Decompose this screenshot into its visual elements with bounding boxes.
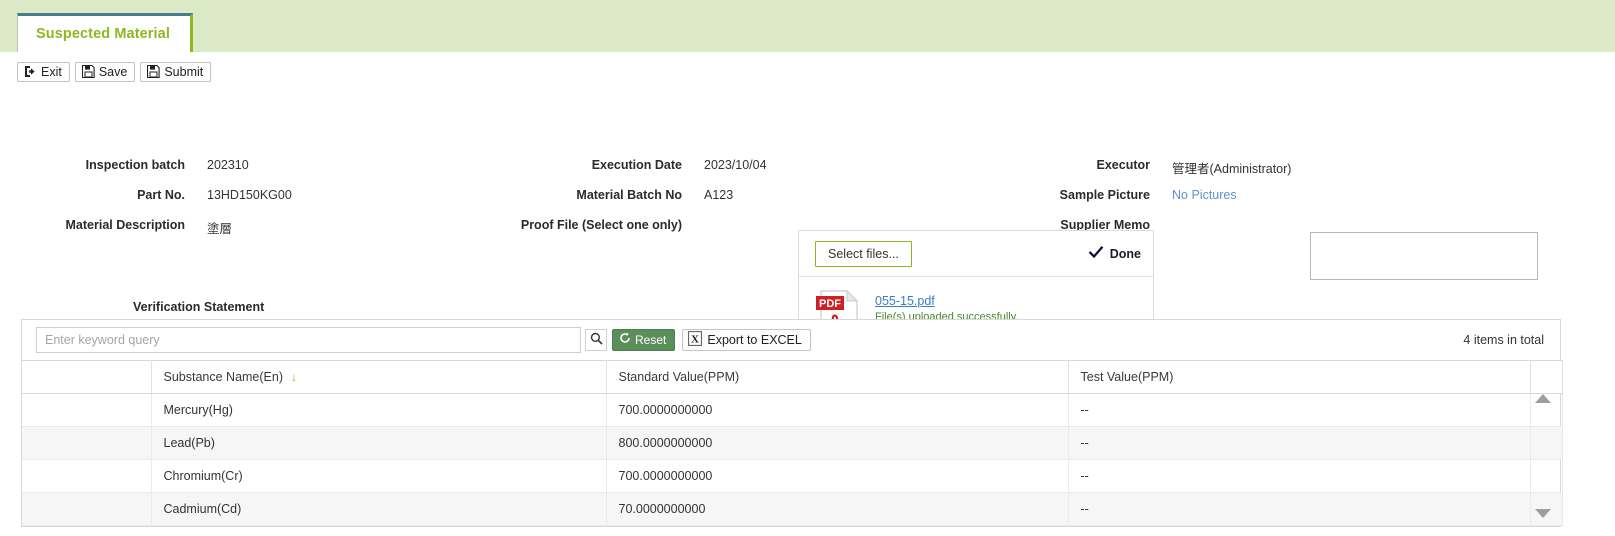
submit-label: Submit [164, 64, 204, 79]
table-header-row: Substance Name(En) ↓ Standard Value(PPM) … [22, 360, 1563, 394]
field-label: Execution Date [591, 158, 682, 172]
column-header-label: Substance Name(En) [163, 370, 284, 384]
verification-statement-title: Verification Statement [133, 300, 265, 314]
column-header-select[interactable] [22, 360, 152, 394]
table-row[interactable]: Mercury(Hg) 700.0000000000 -- [22, 393, 1563, 427]
field-value: 管理者(Administrator) [1172, 162, 1292, 176]
field-inspection-batch: Inspection batch 202310 [20, 158, 249, 172]
table-row[interactable]: Chromium(Cr) 700.0000000000 -- [22, 459, 1563, 493]
row-end-cell [1530, 426, 1563, 460]
submit-button[interactable]: Submit [140, 62, 212, 82]
sample-picture-value: No Pictures [1172, 188, 1237, 202]
floppy-disk-icon [81, 65, 95, 78]
substances-table: Substance Name(En) ↓ Standard Value(PPM) … [22, 360, 1563, 526]
column-header-substance-name[interactable]: Substance Name(En) ↓ [151, 360, 607, 394]
table-row[interactable]: Cadmium(Cd) 70.0000000000 -- [22, 492, 1563, 526]
field-sample-picture: Sample Picture No Pictures [970, 188, 1237, 202]
table-body: Mercury(Hg) 700.0000000000 -- Lead(Pb) 8… [22, 393, 1563, 526]
field-label: Proof File (Select one only) [520, 218, 682, 232]
row-end-cell [1530, 492, 1563, 526]
export-label: Export to EXCEL [707, 332, 802, 347]
field-part-no: Part No. 13HD150KG00 [20, 188, 292, 202]
field-label: Material Batch No [576, 188, 682, 202]
uploaded-file-link[interactable]: 055-15.pdf [875, 294, 935, 308]
done-label: Done [1109, 246, 1141, 261]
field-label: Inspection batch [85, 158, 185, 172]
test-value-cell: -- [1068, 459, 1531, 493]
search-button[interactable] [585, 329, 607, 351]
row-end-cell [1530, 393, 1563, 427]
excel-icon: X [688, 330, 703, 349]
substance-name-cell: Cadmium(Cd) [151, 492, 607, 526]
exit-button[interactable]: Exit [17, 62, 70, 82]
standard-value-cell: 700.0000000000 [606, 393, 1069, 427]
upload-done-status: Done [1088, 245, 1141, 262]
field-value: 塗層 [207, 222, 233, 236]
grid-toolbar: Reset X Export to EXCEL 4 items in total [22, 320, 1560, 360]
field-executor: Executor 管理者(Administrator) [970, 158, 1292, 177]
row-select-cell[interactable] [22, 459, 152, 493]
row-select-cell[interactable] [22, 426, 152, 460]
field-material-description: Material Description 塗層 [20, 218, 233, 237]
field-label: Executor [1096, 158, 1151, 172]
field-label: Sample Picture [1059, 188, 1150, 202]
standard-value-cell: 700.0000000000 [606, 459, 1069, 493]
test-value-cell: -- [1068, 426, 1531, 460]
search-icon [590, 332, 603, 348]
field-execution-date: Execution Date 2023/10/04 [470, 158, 767, 172]
test-value-cell: -- [1068, 492, 1531, 526]
action-toolbar: Exit Save Submit [0, 52, 1615, 82]
field-label: Part No. [137, 188, 185, 202]
substance-name-cell: Mercury(Hg) [151, 393, 607, 427]
detail-form: Inspection batch 202310 Part No. 13HD150… [0, 82, 1615, 365]
row-select-cell[interactable] [22, 393, 152, 427]
refresh-icon [619, 332, 631, 347]
standard-value-cell: 70.0000000000 [606, 492, 1069, 526]
save-button[interactable]: Save [74, 62, 136, 82]
substance-name-cell: Lead(Pb) [151, 426, 607, 460]
save-label: Save [98, 64, 128, 79]
exit-icon [24, 65, 37, 78]
total-items-label: 4 items in total [1463, 333, 1544, 347]
svg-text:PDF: PDF [819, 298, 841, 310]
floppy-disk-icon [147, 65, 160, 78]
field-value: 2023/10/04 [704, 158, 767, 172]
field-proof-file: Proof File (Select one only) [470, 218, 682, 232]
row-select-cell[interactable] [22, 492, 152, 526]
column-header-test-value[interactable]: Test Value(PPM) [1068, 360, 1531, 394]
row-end-cell [1530, 459, 1563, 493]
field-value: 13HD150KG00 [207, 188, 292, 202]
verification-panel: Reset X Export to EXCEL 4 items in total… [21, 319, 1563, 527]
test-value-cell: -- [1068, 393, 1531, 427]
column-header-spacer [1530, 360, 1563, 394]
tab-label: Suspected Material [36, 26, 170, 42]
tab-strip: Suspected Material [0, 0, 1615, 52]
sort-descending-icon[interactable]: ↓ [291, 370, 297, 384]
substance-name-cell: Chromium(Cr) [151, 459, 607, 493]
reset-button[interactable]: Reset [612, 329, 676, 351]
field-material-batch-no: Material Batch No A123 [470, 188, 733, 202]
field-value: 202310 [207, 158, 249, 172]
supplier-memo-textarea[interactable] [1310, 232, 1538, 280]
svg-text:X: X [691, 333, 699, 345]
select-files-button[interactable]: Select files... [815, 240, 912, 267]
column-header-standard-value[interactable]: Standard Value(PPM) [606, 360, 1069, 394]
field-label: Material Description [65, 218, 185, 232]
standard-value-cell: 800.0000000000 [606, 426, 1069, 460]
exit-label: Exit [41, 64, 62, 79]
field-value: A123 [704, 188, 734, 202]
export-to-excel-button[interactable]: X Export to EXCEL [682, 329, 811, 351]
search-input[interactable] [36, 327, 581, 353]
check-icon [1088, 245, 1104, 262]
upload-header: Select files... Done [799, 231, 1153, 277]
table-row[interactable]: Lead(Pb) 800.0000000000 -- [22, 426, 1563, 460]
tab-suspected-material[interactable]: Suspected Material [17, 13, 193, 52]
reset-label: Reset [635, 332, 667, 347]
